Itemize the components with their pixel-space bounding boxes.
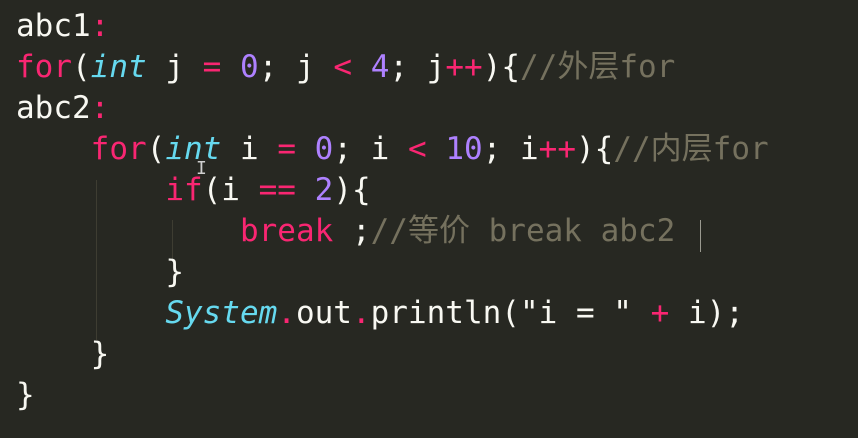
code-token: }	[16, 377, 35, 413]
code-token: //内层for	[613, 131, 769, 167]
code-token: println("i = "	[370, 295, 651, 331]
code-token: for	[90, 131, 147, 167]
code-token: abc1	[16, 8, 91, 44]
code-line[interactable]: }	[16, 252, 184, 293]
code-token: out	[295, 295, 352, 331]
code-token: j	[146, 49, 203, 85]
code-token: int	[90, 49, 147, 85]
code-line[interactable]: System.out.println("i = " + i);	[16, 293, 744, 334]
code-token: ; j	[389, 49, 446, 85]
code-token: i	[221, 131, 278, 167]
code-token: 0	[240, 49, 259, 85]
code-token: =	[277, 131, 296, 167]
code-token: ++	[445, 49, 483, 85]
code-token: i);	[669, 295, 744, 331]
code-token: ){	[576, 131, 614, 167]
code-token: ;	[333, 213, 371, 249]
code-token: .	[351, 295, 371, 331]
code-editor[interactable]: abc1: for(int j = 0; j < 4; j++){//外层for a…	[0, 0, 858, 438]
code-token: :	[90, 8, 110, 44]
code-token: ){	[333, 172, 371, 208]
code-token: (	[146, 131, 166, 167]
code-line[interactable]: }	[16, 334, 110, 375]
code-token: <	[333, 49, 353, 85]
code-line[interactable]: break ;//等价 break abc2	[16, 211, 675, 252]
code-token: :	[90, 90, 110, 126]
code-token: +	[650, 295, 670, 331]
code-token: ==	[258, 172, 296, 208]
code-token: 10	[445, 131, 483, 167]
code-token: (i	[202, 172, 259, 208]
code-token: }	[90, 336, 110, 372]
code-token: 2	[314, 172, 334, 208]
code-line[interactable]: for(int i = 0; i < 10; i++){//内层for	[16, 129, 769, 170]
code-token: System	[165, 295, 278, 331]
code-line[interactable]: for(int j = 0; j < 4; j++){//外层for	[16, 47, 675, 88]
code-token: <	[408, 131, 427, 167]
code-line[interactable]: abc2:	[16, 88, 109, 129]
code-token: ++	[538, 131, 576, 167]
code-token: break	[239, 213, 334, 249]
code-token: ; j	[258, 49, 334, 85]
code-token: abc2	[16, 90, 91, 126]
code-token: //等价 break abc2	[370, 213, 676, 249]
code-token: int	[165, 131, 222, 167]
code-token: for	[16, 49, 72, 85]
text-cursor	[700, 220, 701, 252]
code-token: ; i	[482, 131, 539, 167]
code-token: (	[72, 49, 91, 85]
code-token: .	[277, 295, 296, 331]
code-line[interactable]: if(i == 2){	[16, 170, 371, 211]
code-token: ){	[482, 49, 521, 85]
code-token: //外层for	[520, 49, 676, 85]
code-token: =	[202, 49, 222, 85]
code-token: 0	[314, 131, 334, 167]
code-token: ; i	[333, 131, 408, 167]
mouse-ibeam-icon: I	[196, 158, 207, 179]
code-token: }	[165, 254, 184, 290]
code-line[interactable]: }	[16, 375, 35, 416]
code-token: 4	[370, 49, 390, 85]
code-line[interactable]: abc1:	[16, 6, 109, 47]
